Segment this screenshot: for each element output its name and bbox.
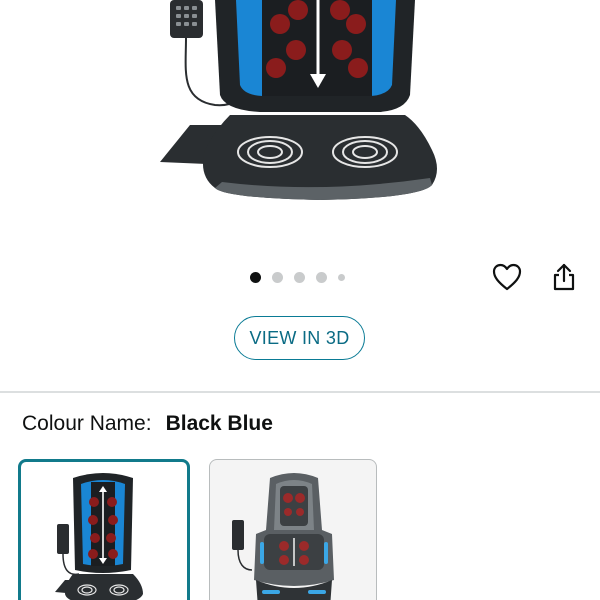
heart-icon[interactable] — [490, 260, 524, 294]
image-carousel-indicator[interactable] — [250, 270, 345, 284]
section-divider — [0, 391, 600, 393]
massage-cushion-illustration — [160, 0, 437, 200]
swatch-image-grey — [232, 473, 334, 600]
carousel-dot-2[interactable] — [272, 271, 283, 283]
colour-swatch-grey[interactable] — [209, 459, 377, 600]
carousel-dot-5[interactable] — [338, 273, 345, 281]
carousel-dot-3[interactable] — [294, 271, 305, 283]
product-image[interactable] — [0, 0, 600, 250]
selected-colour-value: Black Blue — [165, 412, 273, 435]
swatch-image-black-blue — [55, 473, 143, 600]
view-in-3d-button[interactable]: VIEW IN 3D — [234, 316, 365, 360]
colour-swatch-black-blue[interactable] — [18, 459, 190, 600]
carousel-dot-4[interactable] — [316, 271, 327, 283]
share-icon[interactable] — [547, 260, 581, 294]
colour-variation-row: Colour Name: Black Blue — [22, 412, 273, 436]
carousel-dot-1[interactable] — [250, 271, 261, 283]
colour-label: Colour Name: — [22, 412, 152, 435]
